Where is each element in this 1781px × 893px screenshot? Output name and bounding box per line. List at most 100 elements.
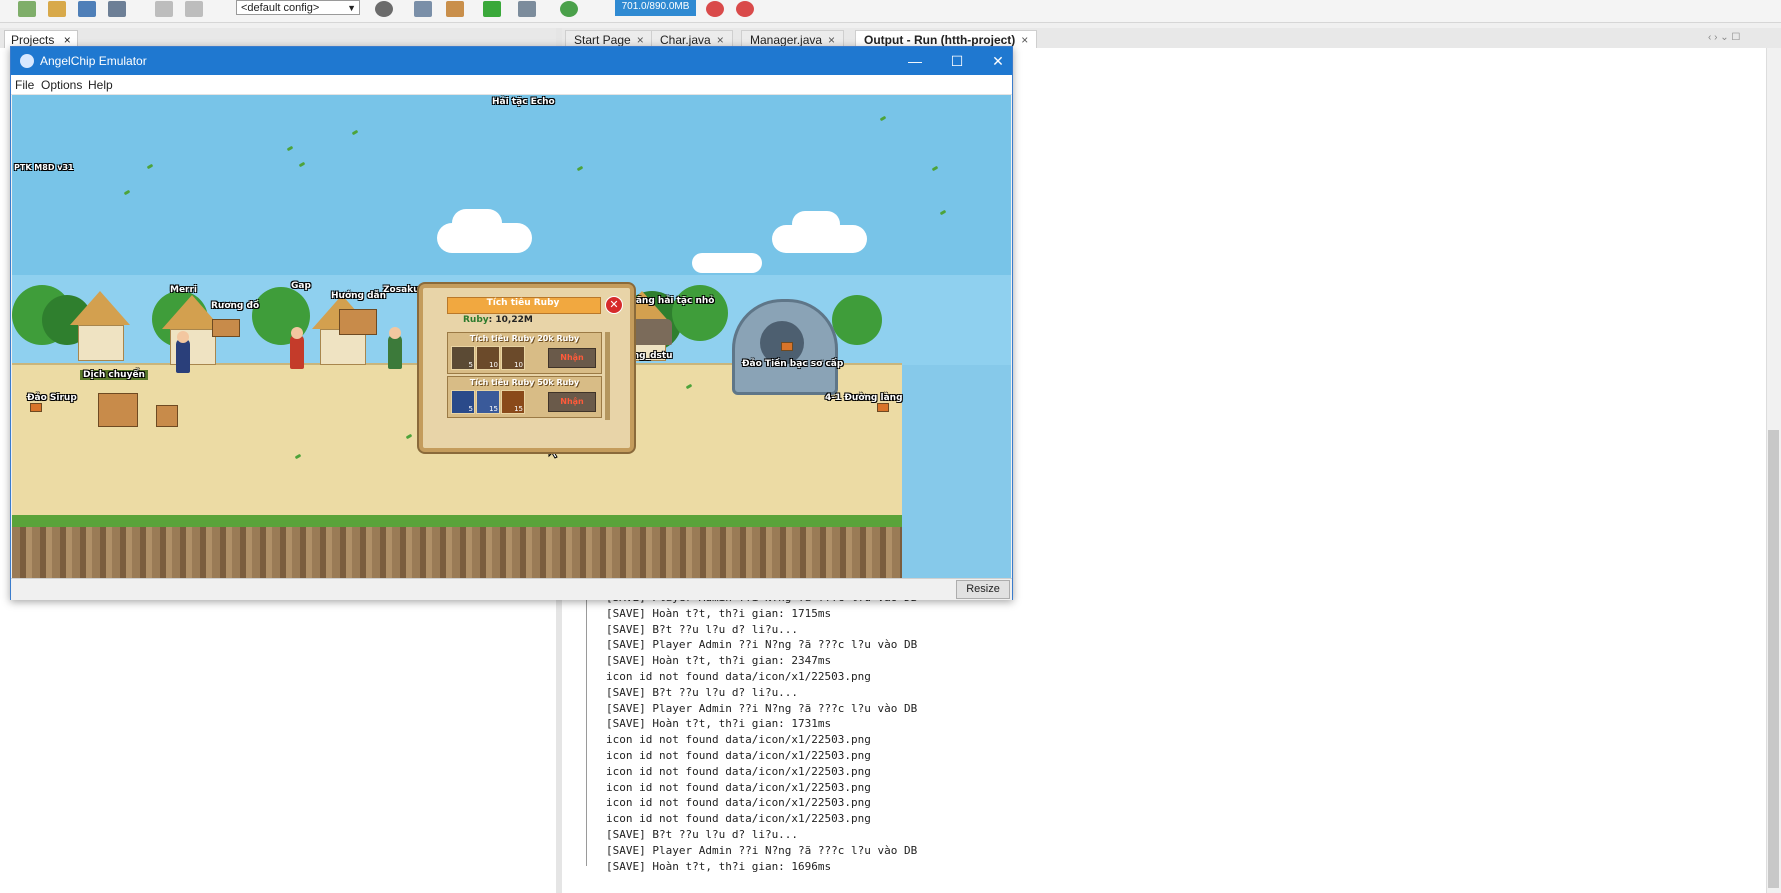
teleport-board[interactable] (98, 393, 138, 427)
arrow-up-icon[interactable] (781, 342, 793, 351)
output-line: [SAVE] Hoàn t?t, th?i gian: 2347ms (606, 654, 832, 668)
output-line: icon id not found data/icon/x1/22503.png (606, 748, 871, 762)
falling-leaf (879, 115, 887, 122)
run-icon[interactable] (483, 1, 501, 17)
close-icon[interactable]: × (1021, 33, 1028, 47)
reward-item[interactable]: 5 (451, 346, 475, 370)
guide-board[interactable] (339, 309, 377, 335)
debug-icon[interactable] (518, 1, 536, 17)
reward-item[interactable]: 10 (476, 346, 500, 370)
reward-row-title: Tích tiêu Ruby 20k Ruby (469, 334, 580, 343)
reward-row-50k: Tích tiêu Ruby 50k Ruby 5 15 15 Nhận (447, 376, 602, 418)
config-select-value: <default config> (241, 2, 320, 14)
tab-scroll-arrows[interactable]: ‹ › ⌄ ☐ (1708, 32, 1740, 43)
maximize-button[interactable]: ☐ (936, 47, 978, 75)
tree (832, 295, 882, 345)
npc-head (177, 331, 189, 343)
output-line: icon id not found data/icon/x1/22503.png (606, 764, 871, 778)
cloud (792, 211, 840, 237)
emulator-titlebar[interactable]: AngelChip Emulator — ☐ ✕ (11, 47, 1012, 75)
config-select[interactable]: <default config> ▼ (236, 0, 360, 15)
arrow-left-icon[interactable] (30, 403, 42, 412)
new-file-icon[interactable] (18, 1, 36, 17)
reward-item[interactable]: 15 (476, 390, 500, 414)
close-icon[interactable]: × (64, 33, 71, 47)
close-icon[interactable]: × (828, 33, 835, 47)
tree (672, 285, 728, 341)
gc-icon[interactable] (706, 1, 724, 17)
ide-toolbar: <default config> ▼ 701.0/890.0MB (0, 0, 1781, 23)
tab-projects-label: Projects (11, 33, 55, 47)
falling-leaf (123, 189, 131, 196)
undo-icon[interactable] (155, 1, 173, 17)
minimize-button[interactable]: — (894, 47, 936, 75)
emulator-window[interactable]: AngelChip Emulator — ☐ ✕ File Options He… (10, 46, 1013, 600)
reward-row-title: Tích tiêu Ruby 50k Ruby (469, 378, 580, 387)
npc-gap[interactable] (290, 335, 304, 369)
portal-label-dao-sirup: Đảo Sirup (27, 393, 77, 403)
level-sign[interactable] (156, 405, 178, 427)
output-line: icon id not found data/icon/x1/22503.png (606, 796, 871, 810)
output-line: [SAVE] Hoàn t?t, th?i gian: 1731ms (606, 717, 832, 731)
close-button[interactable]: ✕ (977, 47, 1019, 75)
emulator-menubar: File Options Help (11, 75, 1012, 95)
close-icon[interactable]: × (717, 33, 724, 47)
cloud (692, 253, 762, 273)
grass-strip (12, 515, 902, 527)
output-scrollbar-thumb[interactable] (1768, 430, 1779, 888)
open-project-icon[interactable] (78, 1, 96, 17)
reward-item[interactable]: 5 (451, 390, 475, 414)
game-canvas[interactable]: Hải tặc Echo PTK M8D v31 Merri Rương đồ … (12, 95, 1011, 578)
emulator-statusbar (11, 578, 1012, 600)
npc-label-ruong-do: Rương đồ (211, 301, 260, 311)
reward-item[interactable]: 15 (501, 390, 525, 414)
close-icon[interactable]: × (637, 33, 644, 47)
output-line: [SAVE] B?t ??u l?u d? li?u... (606, 622, 799, 636)
memory-indicator[interactable]: 701.0/890.0MB (615, 0, 696, 16)
hammer-icon[interactable] (414, 1, 432, 17)
portal-label-duong-lang: 4-1 Đường làng (825, 393, 903, 403)
tab-label: Start Page (574, 33, 631, 47)
npc-label-merri: Merri (170, 285, 198, 295)
output-gutter (586, 596, 587, 866)
reward-item-count: 15 (489, 405, 498, 413)
app-icon (20, 54, 34, 68)
new-project-icon[interactable] (48, 1, 66, 17)
npc-merri[interactable] (176, 339, 190, 373)
ruby-reward-popup[interactable]: Tích tiêu Ruby ✕ Ruby: 10,22M Tích tiêu … (419, 284, 634, 452)
ruby-amount: Ruby: 10,22M (463, 315, 533, 325)
output-line: [SAVE] Player Admin ??i N?ng ?ã ???c l?u… (606, 843, 918, 857)
profiler-stop-icon[interactable] (736, 1, 754, 17)
profile-icon[interactable] (560, 1, 578, 17)
menu-help[interactable]: Help (88, 78, 113, 92)
house-roof (70, 291, 130, 325)
popup-close-button[interactable]: ✕ (605, 296, 623, 314)
menu-file[interactable]: File (15, 78, 34, 92)
portal-label-dao-tien-bac: Đảo Tiền bạc sơ cấp (742, 359, 844, 369)
tab-label: Char.java (660, 33, 711, 47)
house (78, 325, 124, 361)
reward-item-count: 5 (468, 405, 473, 413)
reward-item[interactable]: 10 (501, 346, 525, 370)
output-log[interactable]: [SAVE] Player Admin ??i N?ng ?ã ???c l?u… (606, 590, 917, 874)
output-line: [SAVE] Hoàn t?t, th?i gian: 1696ms (606, 859, 832, 873)
chest-icon[interactable] (212, 319, 240, 337)
output-line: icon id not found data/icon/x1/22503.png (606, 669, 871, 683)
ruby-amount-label: Ruby (463, 315, 489, 325)
falling-leaf (286, 145, 294, 152)
npc-zosaku[interactable] (388, 335, 402, 369)
resize-button[interactable]: Resize (956, 580, 1010, 599)
falling-leaf (298, 161, 306, 168)
menu-options[interactable]: Options (41, 78, 82, 92)
arrow-right-icon[interactable] (877, 403, 889, 412)
npc-pirate-group[interactable] (632, 319, 672, 345)
npc-label-dich-chuyen: Dịch chuyển (80, 370, 148, 380)
popup-scrollbar[interactable] (605, 332, 610, 420)
target-icon[interactable] (375, 1, 393, 17)
redo-icon[interactable] (185, 1, 203, 17)
clean-build-icon[interactable] (446, 1, 464, 17)
claim-button[interactable]: Nhận (548, 348, 596, 368)
falling-leaf (146, 163, 154, 170)
claim-button[interactable]: Nhận (548, 392, 596, 412)
save-all-icon[interactable] (108, 1, 126, 17)
